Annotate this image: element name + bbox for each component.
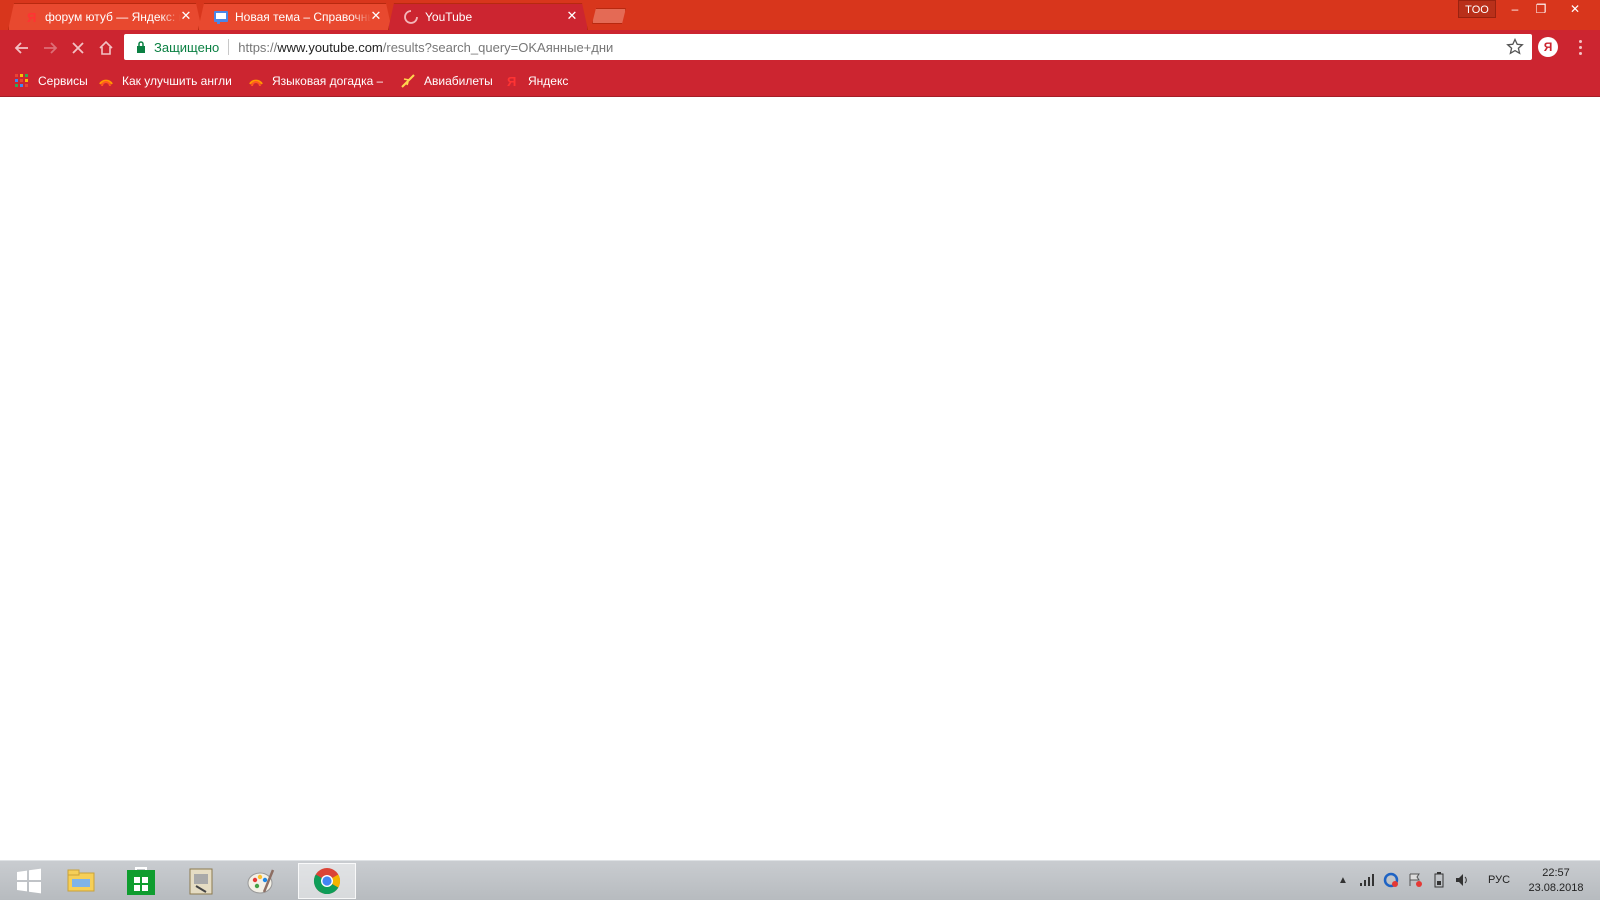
rss-icon	[98, 73, 114, 89]
bookmark-yandex[interactable]: Я Яндекс	[504, 72, 568, 90]
taskbar-file-explorer[interactable]	[52, 863, 110, 899]
forward-button[interactable]	[38, 36, 62, 60]
show-hidden-icons-icon[interactable]: ▲	[1334, 871, 1352, 889]
profile-button[interactable]: TOO	[1458, 0, 1496, 18]
windows-taskbar: ▲ РУС 22:57 23.08.2018	[0, 860, 1600, 900]
url-text[interactable]: https://www.youtube.com/results?search_q…	[238, 40, 613, 55]
windows-start-icon	[17, 868, 41, 894]
page-content	[0, 97, 1600, 860]
tab-strip: Я форум ютуб — Яндекс: нашлось ✕ Новая т…	[0, 0, 1600, 30]
url-path: /results?search_query=OKAянные+дни	[382, 39, 614, 55]
tab-help-forum[interactable]: Новая тема – Справочный форум ✕	[198, 3, 392, 30]
tab-yandex-search[interactable]: Я форум ютуб — Яндекс: нашлось ✕	[8, 3, 202, 30]
home-icon	[99, 40, 113, 55]
start-button[interactable]	[0, 863, 58, 899]
secure-label[interactable]: Защищено	[154, 40, 219, 55]
minimize-button[interactable]: –	[1502, 0, 1528, 18]
bookmark-label: Сервисы	[38, 74, 88, 88]
bookmark-label: Яндекс	[528, 74, 569, 88]
browser-toolbar: Защищено https://www.youtube.com/results…	[0, 30, 1600, 64]
bookmark-star-icon[interactable]	[1506, 37, 1524, 56]
address-bar[interactable]: Защищено https://www.youtube.com/results…	[124, 34, 1532, 60]
tab-title: Новая тема – Справочный форум	[235, 10, 368, 24]
restore-button[interactable]: ❐	[1528, 0, 1554, 18]
back-arrow-icon	[14, 42, 28, 54]
chrome-icon	[313, 868, 341, 895]
tab-youtube[interactable]: YouTube ✕	[388, 3, 588, 30]
loading-spinner-icon	[403, 9, 419, 25]
battery-icon[interactable]	[1430, 871, 1448, 889]
store-icon	[127, 867, 155, 895]
svg-text:Я: Я	[27, 10, 36, 25]
bookmark-services[interactable]: Сервисы	[14, 72, 88, 90]
bookmarks-bar: Сервисы Как улучшить англи Языковая дога…	[0, 64, 1600, 97]
bookmark-english-tips[interactable]: Как улучшить англи	[98, 72, 236, 90]
url-host: www.youtube.com	[277, 39, 383, 55]
browser-menu-icon[interactable]	[1572, 37, 1588, 57]
paint-icon	[247, 869, 275, 894]
taskbar-archiver[interactable]	[172, 863, 230, 899]
close-icon[interactable]: ✕	[369, 9, 383, 23]
lock-icon	[134, 40, 148, 54]
yandex-extension-icon[interactable]: Я	[1538, 37, 1558, 57]
bookmark-label: Языковая догадка –	[272, 74, 384, 88]
yandex-icon: Я	[23, 9, 39, 25]
divider	[228, 39, 230, 55]
clock-time: 22:57	[1542, 867, 1570, 879]
bookmark-label: Авиабилеты	[424, 74, 493, 88]
help-forum-icon	[213, 9, 229, 25]
plane-icon	[400, 73, 416, 89]
yandex-icon: Я	[504, 73, 520, 89]
input-language[interactable]: РУС	[1488, 874, 1510, 886]
window-close-button[interactable]: ✕	[1562, 0, 1588, 18]
apps-grid-icon	[14, 73, 30, 89]
svg-text:Я: Я	[507, 74, 516, 88]
bookmark-label: Как улучшить англи	[122, 74, 232, 88]
antivirus-icon[interactable]	[1382, 871, 1400, 889]
stop-loading-button[interactable]	[66, 36, 90, 60]
stop-x-icon	[72, 42, 84, 54]
network-signal-icon[interactable]	[1358, 871, 1376, 889]
archive-icon	[189, 868, 213, 895]
bookmark-avia[interactable]: Авиабилеты	[400, 72, 493, 90]
taskbar-store[interactable]	[112, 863, 170, 899]
close-icon[interactable]: ✕	[179, 9, 193, 23]
forward-arrow-icon	[44, 42, 58, 54]
taskbar-paint[interactable]	[232, 863, 290, 899]
rss-icon	[248, 73, 264, 89]
new-tab-button[interactable]	[592, 8, 626, 24]
back-button[interactable]	[10, 36, 34, 60]
file-explorer-icon	[67, 869, 95, 892]
close-icon[interactable]: ✕	[565, 9, 579, 23]
taskbar-chrome[interactable]	[298, 863, 356, 899]
home-button[interactable]	[94, 36, 118, 60]
tab-title: форум ютуб — Яндекс: нашлось	[45, 10, 176, 24]
clock[interactable]: 22:57 23.08.2018	[1524, 866, 1588, 896]
flag-alert-icon[interactable]	[1406, 871, 1424, 889]
url-scheme: https://	[238, 39, 278, 55]
volume-icon[interactable]	[1454, 871, 1472, 889]
clock-date: 23.08.2018	[1528, 882, 1584, 894]
bookmark-language-guess[interactable]: Языковая догадка –	[248, 72, 384, 90]
tab-title: YouTube	[425, 10, 473, 24]
